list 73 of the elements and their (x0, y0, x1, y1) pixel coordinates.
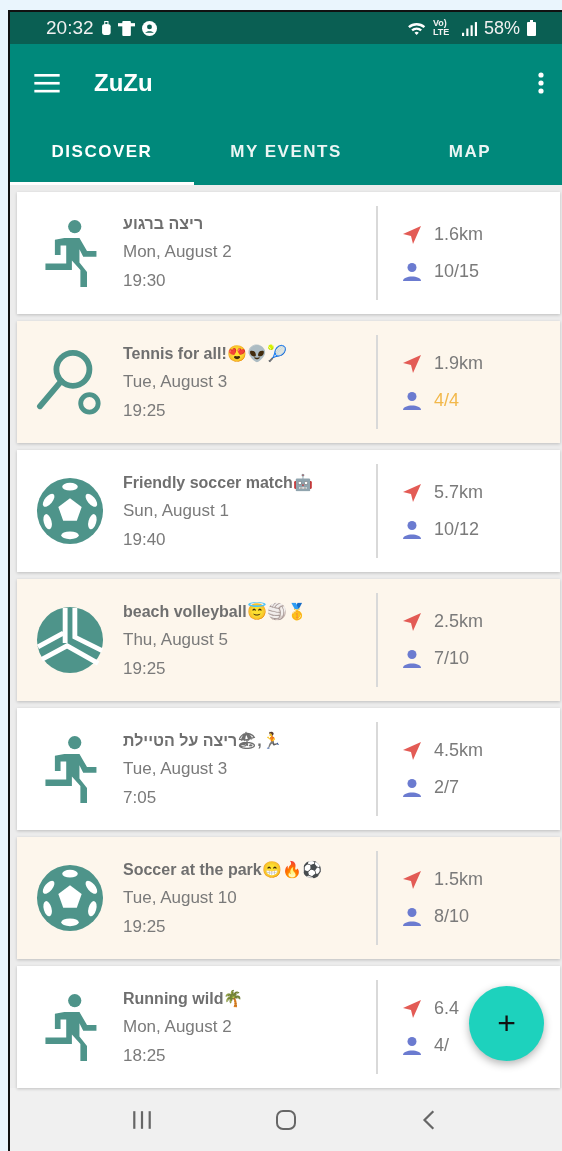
participant-count: 4/ (434, 1035, 449, 1056)
event-date: Mon, August 2 (123, 1016, 233, 1037)
wifi-icon (406, 20, 426, 36)
person-icon (402, 648, 422, 669)
app-title: ZuZu (94, 69, 153, 97)
event-date: Tue, August 3 (123, 371, 229, 392)
event-time: 19:25 (123, 658, 167, 679)
participant-count: 2/7 (434, 777, 460, 798)
event-title: ריצה ברגוע (123, 215, 205, 233)
distance: 6.4 (434, 998, 460, 1019)
event-card[interactable]: Friendly soccer match🤖 Sun, August 1 19:40 5.7km 10/12 (17, 450, 560, 572)
participant-count: 7/10 (434, 648, 470, 669)
distance: 4.5km (434, 740, 484, 761)
distance: 2.5km (434, 611, 484, 632)
event-title: ריצה על הטיילת🏖,🏃 (123, 730, 283, 750)
home-icon[interactable] (275, 1109, 297, 1131)
navigation-arrow-icon (402, 224, 422, 245)
participant-count: 8/10 (434, 906, 470, 927)
event-time: 7:05 (123, 787, 158, 808)
tennis-racket-icon (36, 348, 104, 416)
event-title: Tennis for all!😍👽🎾 (123, 343, 288, 363)
person-icon (402, 906, 422, 927)
soccer-ball-icon (36, 477, 104, 545)
navigation-arrow-icon (402, 869, 422, 890)
event-card[interactable]: Soccer at the park😁🔥⚽ Tue, August 10 19:25 1.5km 8/10 (17, 837, 560, 959)
tab[interactable]: DISCOVER (10, 122, 194, 185)
participant-count: 10/12 (434, 519, 480, 540)
account-icon (142, 20, 158, 36)
luggage-icon (100, 20, 112, 36)
event-date: Mon, August 2 (123, 242, 233, 262)
person-icon (402, 261, 422, 282)
event-time: 19:40 (123, 529, 167, 550)
network-label: Vo) LTE (432, 19, 451, 37)
event-time: 18:25 (123, 1045, 167, 1066)
more-options-icon[interactable] (538, 72, 544, 94)
participant-count: 4/4 (434, 390, 460, 411)
signal-icon (461, 20, 477, 36)
battery-icon (527, 20, 536, 36)
recent-apps-icon[interactable] (131, 1109, 153, 1131)
soccer-ball-icon (36, 864, 104, 932)
event-time: 19:25 (123, 400, 167, 421)
battery-percent: 58% (483, 17, 520, 39)
event-title: Soccer at the park😁🔥⚽ (123, 859, 323, 879)
navigation-arrow-icon (402, 998, 422, 1019)
person-icon (402, 777, 422, 798)
event-title: Friendly soccer match🤖 (123, 472, 314, 492)
person-icon (402, 390, 422, 411)
event-time: 19:25 (123, 916, 167, 937)
event-date: Sun, August 1 (123, 500, 230, 521)
distance: 1.5km (434, 869, 484, 890)
navigation-arrow-icon (402, 611, 422, 632)
event-time: 19:30 (123, 271, 167, 291)
volleyball-icon (36, 606, 104, 674)
distance: 5.7km (434, 482, 484, 503)
menu-icon[interactable] (34, 73, 60, 93)
event-card[interactable]: Tennis for all!😍👽🎾 Tue, August 3 19:25 1.9km 4/4 (17, 321, 560, 443)
clock: 20:32 (46, 17, 94, 39)
tab[interactable]: MY EVENTS (194, 122, 378, 185)
event-title: beach volleyball😇🏐🥇 (123, 601, 308, 621)
navigation-arrow-icon (402, 740, 422, 761)
navigation-arrow-icon (402, 482, 422, 503)
navigation-arrow-icon (402, 353, 422, 374)
event-title: Running wild🌴 (123, 988, 245, 1008)
event-date: Tue, August 10 (123, 887, 238, 908)
distance: 1.6km (434, 224, 484, 245)
tab[interactable]: MAP (378, 122, 562, 185)
event-date: Tue, August 3 (123, 758, 229, 779)
event-card[interactable]: beach volleyball😇🏐🥇 Thu, August 5 19:25 2.5km 7/10 (17, 579, 560, 701)
person-icon (402, 519, 422, 540)
distance: 1.9km (434, 353, 484, 374)
event-date: Thu, August 5 (123, 629, 229, 650)
participant-count: 10/15 (434, 261, 480, 282)
person-icon (402, 1035, 422, 1056)
